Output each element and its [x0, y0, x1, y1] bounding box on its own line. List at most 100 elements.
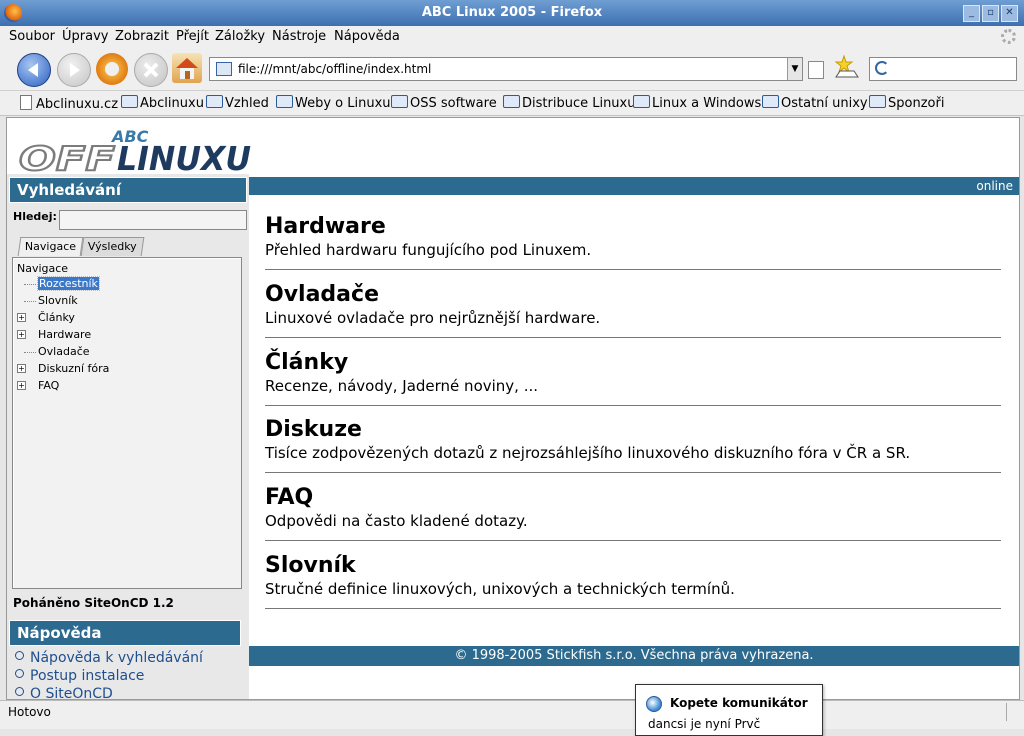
- go-button[interactable]: [808, 61, 824, 79]
- help-panel: Nápověda: [7, 620, 243, 646]
- address-url[interactable]: file:///mnt/abc/offline/index.html: [238, 62, 431, 76]
- menu-bookmarks[interactable]: Záložky: [215, 29, 265, 44]
- close-button[interactable]: ✕: [1001, 5, 1018, 22]
- top-strip: online: [249, 177, 1019, 195]
- bookmark-distribuce-linuxu[interactable]: Distribuce Linuxu: [503, 95, 635, 111]
- section-title[interactable]: Články: [265, 350, 1001, 375]
- search-label: Hledej:: [13, 210, 57, 223]
- menu-tools[interactable]: Nástroje: [272, 29, 326, 44]
- bookmark-abclinuxu-cz[interactable]: Abclinuxu.cz: [20, 95, 118, 112]
- tab-navigace[interactable]: Navigace: [17, 237, 84, 256]
- section-clanky[interactable]: Články Recenze, návody, Jaderné noviny, …: [265, 350, 1001, 406]
- bullet-icon: [15, 669, 24, 678]
- menu-help[interactable]: Nápověda: [334, 29, 400, 44]
- help-heading: Nápověda: [9, 620, 241, 646]
- maximize-button[interactable]: ▫: [982, 5, 999, 22]
- online-status: online: [976, 179, 1013, 193]
- help-link-search[interactable]: Nápověda k vyhledávání: [15, 650, 203, 666]
- tree-item-hardware[interactable]: Hardware: [38, 328, 91, 341]
- help-link-label: Nápověda k vyhledávání: [30, 650, 203, 666]
- folder-icon: [206, 95, 223, 108]
- section-faq[interactable]: FAQ Odpovědi na často kladené dotazy.: [265, 485, 1001, 541]
- back-button[interactable]: [17, 53, 51, 87]
- resize-grip[interactable]: [1006, 703, 1021, 721]
- section-title[interactable]: Slovník: [265, 553, 1001, 578]
- stop-button[interactable]: [134, 53, 168, 87]
- section-hardware[interactable]: Hardware Přehled hardwaru fungujícího po…: [265, 214, 1001, 270]
- left-sidebar: Vyhledávání Hledej: Navigace Výsledky Na…: [7, 174, 249, 699]
- bookmark-label: Vzhled: [225, 96, 269, 111]
- expand-icon[interactable]: +: [17, 381, 26, 390]
- menu-file[interactable]: Soubor: [9, 29, 55, 44]
- section-slovnik[interactable]: Slovník Stručné definice linuxových, uni…: [265, 553, 1001, 609]
- tree-item-clanky[interactable]: Články: [38, 311, 75, 324]
- folder-icon: [869, 95, 886, 108]
- bookmark-linux-a-windows[interactable]: Linux a Windows: [633, 95, 761, 111]
- expand-icon[interactable]: +: [17, 330, 26, 339]
- main-content: online Hardware Přehled hardwaru fungují…: [249, 174, 1019, 699]
- window-titlebar[interactable]: ABC Linux 2005 - Firefox _ ▫ ✕: [0, 0, 1024, 26]
- search-heading: Vyhledávání: [9, 177, 247, 203]
- tree-item-faq[interactable]: FAQ: [38, 379, 59, 392]
- bookmark-label: Linux a Windows: [652, 96, 762, 111]
- status-bar: Hotovo: [0, 700, 1024, 729]
- bookmark-ostatni-unixy[interactable]: Ostatní unixy: [762, 95, 868, 111]
- folder-icon: [503, 95, 520, 108]
- bookmark-sponzori[interactable]: Sponzoři: [869, 95, 944, 111]
- powered-by-text: Poháněno SiteOnCD 1.2: [13, 596, 174, 610]
- address-dropdown-button[interactable]: ▼: [787, 58, 802, 80]
- svg-text:OFF: OFF: [19, 139, 116, 174]
- reload-button[interactable]: [96, 53, 128, 85]
- page-icon: [20, 95, 32, 110]
- section-ovladace[interactable]: Ovladače Linuxové ovladače pro nejrůzněj…: [265, 282, 1001, 338]
- folder-icon: [762, 95, 779, 108]
- expand-icon[interactable]: +: [17, 364, 26, 373]
- tree-item-rozcestnik[interactable]: Rozcestník: [37, 276, 100, 291]
- folder-icon: [276, 95, 293, 108]
- menu-go[interactable]: Přejít: [176, 29, 209, 44]
- new-bookmark-icon[interactable]: [832, 53, 862, 81]
- expand-icon[interactable]: +: [17, 313, 26, 322]
- forward-arrow-icon: [70, 63, 80, 77]
- bookmarks-toolbar: Abclinuxu.cz Abclinuxu Vzhled Weby o Lin…: [0, 91, 1024, 116]
- menu-edit[interactable]: Úpravy: [62, 29, 108, 44]
- folder-icon: [633, 95, 650, 108]
- bookmark-weby-o-linuxu[interactable]: Weby o Linuxu: [276, 95, 391, 111]
- address-bar[interactable]: file:///mnt/abc/offline/index.html ▼: [209, 57, 803, 81]
- section-title[interactable]: Diskuze: [265, 417, 1001, 442]
- menu-view[interactable]: Zobrazit: [115, 29, 169, 44]
- section-title[interactable]: Ovladače: [265, 282, 1001, 307]
- tree-item-slovnik[interactable]: Slovník: [38, 294, 78, 307]
- google-icon[interactable]: [875, 61, 889, 75]
- tree-connector: [24, 352, 36, 353]
- bookmark-vzhled[interactable]: Vzhled: [206, 95, 269, 111]
- bookmark-label: Distribuce Linuxu: [522, 96, 636, 111]
- section-diskuze[interactable]: Diskuze Tisíce zodpovězených dotazů z ne…: [265, 417, 1001, 473]
- section-description: Přehled hardwaru fungujícího pod Linuxem…: [265, 241, 592, 259]
- notification-title: Kopete komunikátor: [670, 696, 808, 710]
- bookmark-label: OSS software: [410, 96, 497, 111]
- kopete-notification[interactable]: Kopete komunikátor dancsi je nyní Prvč: [635, 684, 823, 736]
- tree-item-ovladace[interactable]: Ovladače: [38, 345, 90, 358]
- section-title[interactable]: FAQ: [265, 485, 1001, 510]
- help-link-label: Postup instalace: [30, 668, 145, 684]
- forward-button[interactable]: [57, 53, 91, 87]
- bookmark-oss-software[interactable]: OSS software: [391, 95, 497, 111]
- navigation-tree[interactable]: Navigace Rozcestník Slovník + Články + H…: [12, 257, 242, 589]
- tab-label: Výsledky: [87, 240, 137, 253]
- section-description: Recenze, návody, Jaderné noviny, ...: [265, 377, 539, 395]
- search-input[interactable]: [59, 210, 247, 230]
- tab-vysledky[interactable]: Výsledky: [80, 237, 145, 256]
- home-button[interactable]: [172, 53, 202, 83]
- kopete-icon: [646, 696, 662, 712]
- minimize-button[interactable]: _: [963, 5, 980, 22]
- bullet-icon: [15, 651, 24, 660]
- section-title[interactable]: Hardware: [265, 214, 1001, 239]
- tree-item-diskuzni-fora[interactable]: Diskuzní fóra: [38, 362, 109, 375]
- search-engine-box[interactable]: [869, 57, 1017, 81]
- help-link-install[interactable]: Postup instalace: [15, 668, 203, 684]
- page-viewport[interactable]: ABC OFF LINUXU Vyhledávání Hledej: Navig…: [6, 117, 1020, 700]
- help-link-about[interactable]: O SiteOnCD: [15, 686, 203, 699]
- stop-x-icon: [143, 62, 159, 78]
- bookmark-abclinuxu[interactable]: Abclinuxu: [121, 95, 204, 111]
